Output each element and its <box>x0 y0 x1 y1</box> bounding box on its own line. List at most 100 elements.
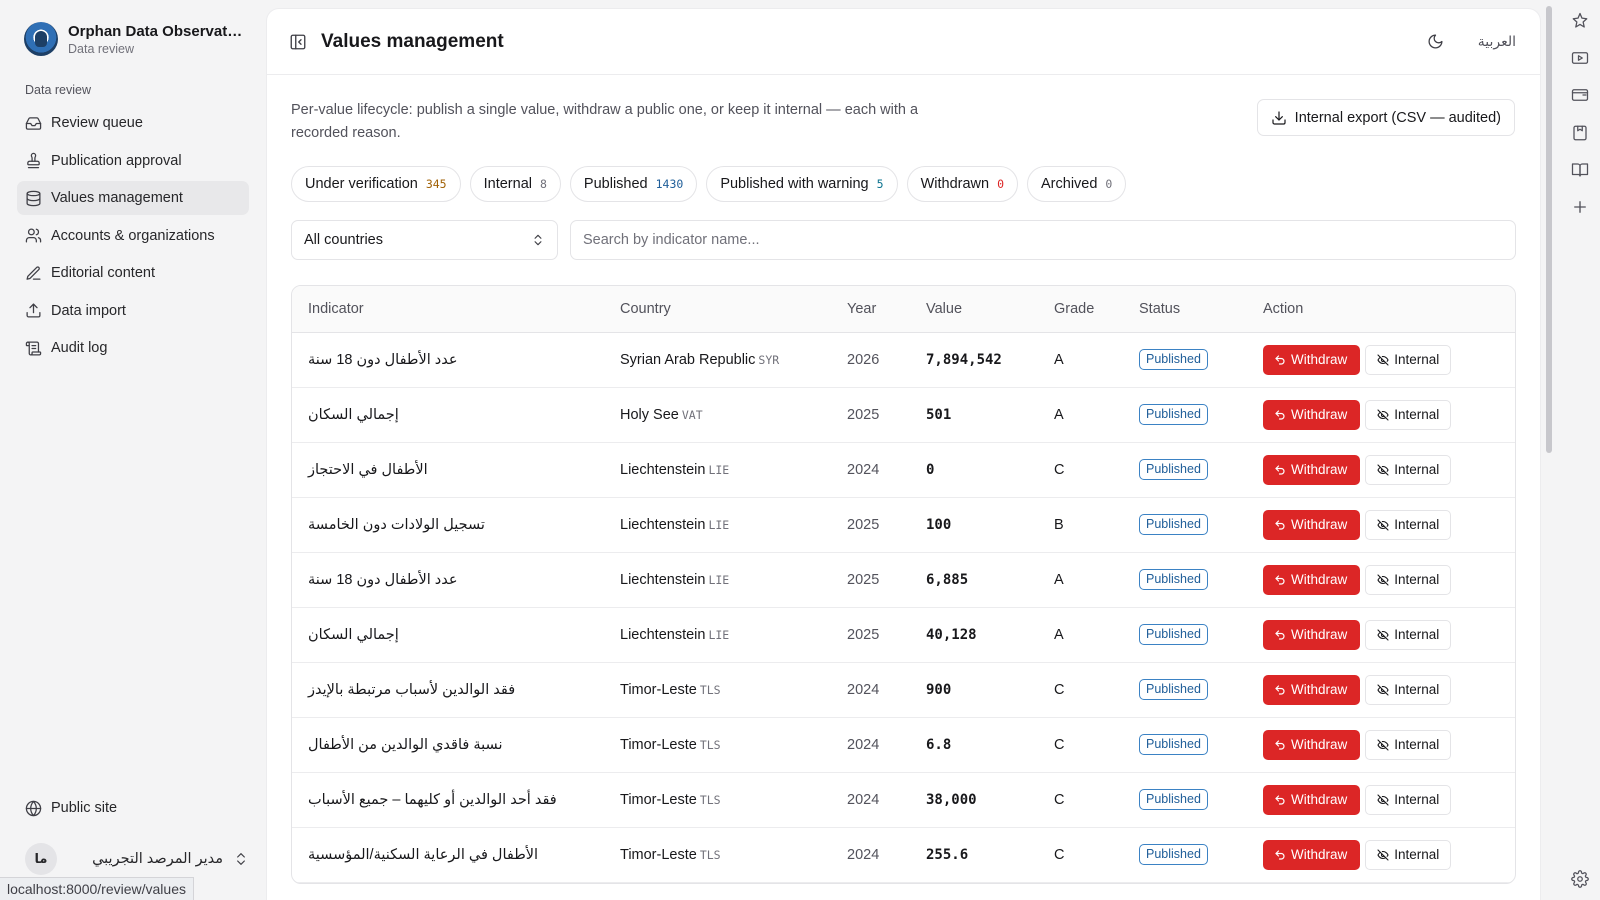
filter-under-verification[interactable]: Under verification 345 <box>291 166 461 202</box>
page-title: Values management <box>321 30 504 52</box>
cell-year: 2026 <box>831 332 910 388</box>
cell-value: 40,128 <box>910 607 1038 663</box>
withdraw-button[interactable]: Withdraw <box>1263 784 1361 815</box>
withdraw-button[interactable]: Withdraw <box>1263 509 1361 540</box>
public-site-label: Public site <box>51 800 118 816</box>
filter-count: 1430 <box>655 177 684 191</box>
user-name: مدير المرصد التجريبي <box>92 851 223 867</box>
filter-label: Internal <box>483 176 532 192</box>
make-internal-button[interactable]: Internal <box>1365 399 1452 430</box>
withdraw-button[interactable]: Withdraw <box>1263 344 1361 375</box>
plus-icon[interactable] <box>1571 198 1589 216</box>
cell-country: Timor-Leste TLS <box>604 717 831 773</box>
star-sparkle-icon[interactable] <box>1571 12 1589 30</box>
withdraw-label: Withdraw <box>1291 352 1348 367</box>
status-badge: Published <box>1139 734 1208 755</box>
scrollbar-thumb[interactable] <box>1546 6 1552 453</box>
status-badge: Published <box>1139 349 1208 370</box>
eye-off-icon <box>1377 628 1389 641</box>
column-header-year: Year <box>831 286 910 333</box>
status-badge: Published <box>1139 404 1208 425</box>
cell-year: 2024 <box>831 717 910 773</box>
cell-status: Published <box>1123 717 1247 773</box>
country-name: Liechtenstein <box>620 516 706 533</box>
sidebar-item-review-queue[interactable]: Review queue <box>17 106 249 140</box>
withdraw-label: Withdraw <box>1291 682 1348 697</box>
sidebar-item-values-management[interactable]: Values management <box>17 181 249 215</box>
cell-value: 38,000 <box>910 772 1038 828</box>
internal-export-button[interactable]: Internal export (CSV — audited) <box>1256 99 1515 136</box>
table-row: فقد أحد الوالدين أو كليهما – جميع الأسبا… <box>292 772 1515 828</box>
make-internal-button[interactable]: Internal <box>1365 454 1452 485</box>
sidebar-item-label: Accounts & organizations <box>51 227 215 244</box>
panel-left-toggle-icon[interactable] <box>289 33 307 51</box>
withdraw-button[interactable]: Withdraw <box>1263 399 1361 430</box>
column-header-action: Action <box>1247 286 1515 333</box>
make-internal-button[interactable]: Internal <box>1365 619 1452 650</box>
make-internal-button[interactable]: Internal <box>1365 674 1452 705</box>
language-switch-button[interactable]: العربية <box>1478 33 1516 50</box>
brand[interactable]: Orphan Data Observatory Data review <box>24 22 246 56</box>
indicator-name: الأطفال في الاحتجاز <box>308 461 428 478</box>
make-internal-button[interactable]: Internal <box>1365 509 1452 540</box>
undo-icon <box>1275 794 1285 805</box>
user-menu[interactable]: ما مدير المرصد التجريبي <box>25 843 249 875</box>
country-select[interactable]: All countries <box>291 220 558 260</box>
filter-published[interactable]: Published 1430 <box>569 166 698 202</box>
withdraw-button[interactable]: Withdraw <box>1263 729 1361 760</box>
make-internal-button[interactable]: Internal <box>1365 839 1452 870</box>
make-internal-button[interactable]: Internal <box>1365 344 1452 375</box>
sidebar-item-publication-approval[interactable]: Publication approval <box>17 144 249 178</box>
media-icon[interactable] <box>1571 49 1589 67</box>
indicator-search-input[interactable] <box>570 220 1516 260</box>
filter-withdrawn[interactable]: Withdrawn 0 <box>906 166 1018 202</box>
internal-label: Internal <box>1394 407 1440 422</box>
withdraw-button[interactable]: Withdraw <box>1263 564 1361 595</box>
eye-off-icon <box>1377 848 1389 861</box>
sidebar-item-editorial-content[interactable]: Editorial content <box>17 256 249 290</box>
filter-archived[interactable]: Archived 0 <box>1027 166 1127 202</box>
brand-name: Orphan Data Observatory <box>68 22 246 40</box>
theme-toggle-moon-icon[interactable] <box>1427 33 1444 50</box>
sidebar-item-public-site[interactable]: Public site <box>17 791 249 825</box>
internal-label: Internal <box>1394 517 1440 532</box>
cell-indicator: نسبة فاقدي الوالدين من الأطفال <box>292 717 604 773</box>
make-internal-button[interactable]: Internal <box>1365 784 1452 815</box>
make-internal-button[interactable]: Internal <box>1365 729 1452 760</box>
country-iso: LIE <box>708 572 730 587</box>
users-icon <box>25 228 42 243</box>
cell-action: Withdraw Internal <box>1247 772 1515 828</box>
undo-icon <box>1275 464 1285 475</box>
cell-action: Withdraw Internal <box>1247 827 1515 883</box>
bookmark-save-icon[interactable] <box>1571 124 1589 142</box>
column-header-value: Value <box>910 286 1038 333</box>
reading-list-icon[interactable] <box>1571 161 1589 179</box>
filter-internal[interactable]: Internal 8 <box>469 166 561 202</box>
withdraw-button[interactable]: Withdraw <box>1263 674 1361 705</box>
sidebar-item-audit-log[interactable]: Audit log <box>17 331 249 365</box>
sidebar-item-label: Audit log <box>51 340 108 356</box>
cell-value: 0 <box>910 442 1038 498</box>
page-scrollbar[interactable] <box>1543 0 1555 900</box>
sidebar-item-accounts[interactable]: Accounts & organizations <box>17 219 249 253</box>
withdraw-button[interactable]: Withdraw <box>1263 454 1361 485</box>
inbox-icon <box>25 116 42 130</box>
cell-status: Published <box>1123 332 1247 388</box>
filter-label: Published <box>583 176 648 192</box>
wallet-icon[interactable] <box>1571 86 1589 104</box>
filter-published-with-warning[interactable]: Published with warning 5 <box>706 166 898 202</box>
withdraw-button[interactable]: Withdraw <box>1263 619 1361 650</box>
cell-grade: B <box>1038 497 1123 553</box>
make-internal-button[interactable]: Internal <box>1365 564 1452 595</box>
sidebar-item-label: Editorial content <box>51 265 155 281</box>
cell-country: Holy See VAT <box>604 387 831 443</box>
filter-label: Withdrawn <box>920 176 990 192</box>
avatar: ما <box>25 843 57 875</box>
cell-country: Liechtenstein LIE <box>604 607 831 663</box>
gear-icon[interactable] <box>1571 870 1589 888</box>
country-iso: LIE <box>708 462 730 477</box>
filter-count: 0 <box>997 177 1004 191</box>
table-row: فقد الوالدين لأسباب مرتبطة بالإيدز Timor… <box>292 662 1515 718</box>
sidebar-item-data-import[interactable]: Data import <box>17 294 249 328</box>
withdraw-button[interactable]: Withdraw <box>1263 839 1361 870</box>
